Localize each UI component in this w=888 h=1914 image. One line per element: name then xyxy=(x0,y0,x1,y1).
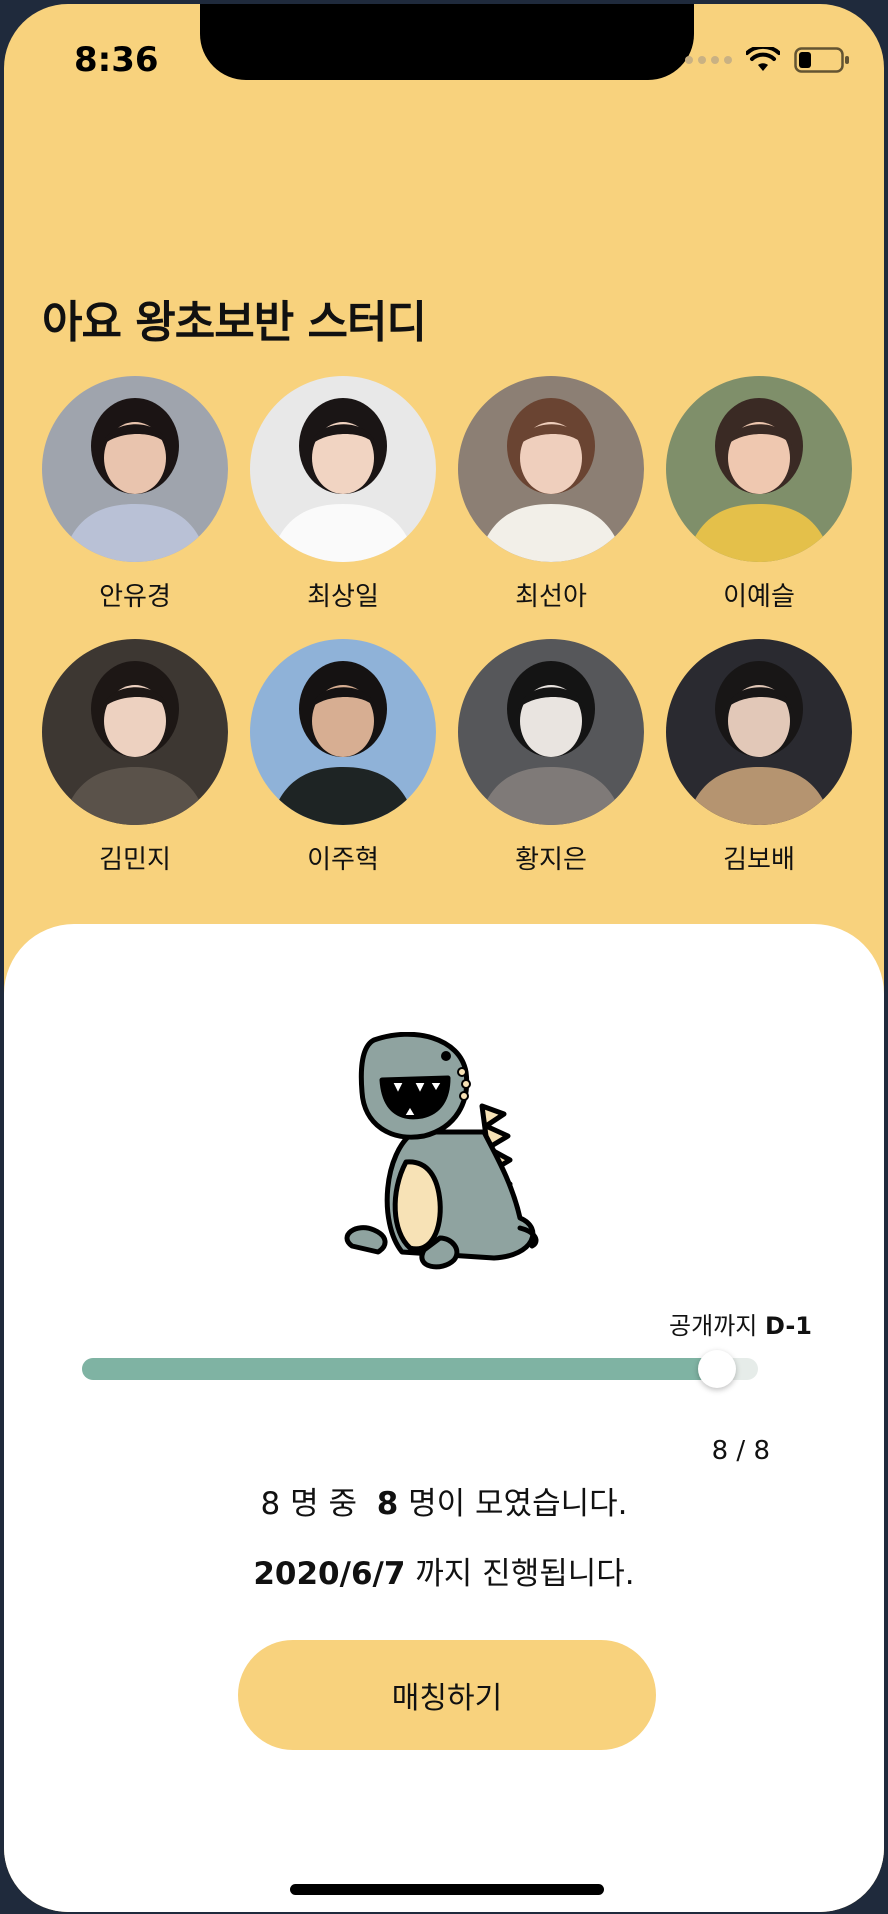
phone-screen: 8:36 아요 왕초보반 스터디 안유경 최상일 최선아 이예슬김민지 이주혁 황지은 김보… xyxy=(4,4,884,1912)
member-avatar[interactable] xyxy=(458,376,644,562)
member-name: 이주혁 xyxy=(307,845,379,875)
member-item[interactable]: 김보배 xyxy=(666,639,852,876)
member-avatar[interactable] xyxy=(458,639,644,825)
member-name: 최선아 xyxy=(515,582,587,612)
end-date: 2020/6/7 xyxy=(253,1556,406,1592)
member-name: 최상일 xyxy=(307,582,379,612)
countdown-text: 공개까지 xyxy=(669,1312,758,1340)
cellular-signal-icon xyxy=(685,56,732,64)
status-time: 8:36 xyxy=(74,40,159,80)
member-name: 안유경 xyxy=(99,582,171,612)
total-count: 8 xyxy=(260,1486,281,1522)
member-item[interactable]: 안유경 xyxy=(42,376,228,613)
status-bar: 8:36 xyxy=(4,4,884,114)
member-item[interactable]: 이예슬 xyxy=(666,376,852,613)
gathered-summary: 8 명 중 8 명이 모였습니다. xyxy=(4,1478,884,1523)
member-avatar[interactable] xyxy=(666,639,852,825)
device-notch xyxy=(200,4,694,80)
total-suffix: 명 중 xyxy=(290,1486,357,1522)
study-title: 아요 왕초보반 스터디 xyxy=(42,297,427,348)
progress-bar[interactable] xyxy=(82,1350,758,1388)
member-grid: 안유경 최상일 최선아 이예슬김민지 이주혁 황지은 김보배 xyxy=(42,376,854,876)
member-name: 김보배 xyxy=(723,845,795,875)
match-button[interactable]: 매칭하기 xyxy=(238,1640,656,1750)
member-avatar[interactable] xyxy=(42,639,228,825)
joined-suffix: 명이 모였습니다. xyxy=(408,1486,628,1522)
member-avatar[interactable] xyxy=(250,639,436,825)
member-item[interactable]: 이주혁 xyxy=(250,639,436,876)
member-count: 8 / 8 xyxy=(711,1436,770,1466)
member-name: 이예슬 xyxy=(723,582,795,612)
battery-icon xyxy=(794,47,849,73)
countdown-label: 공개까지 D-1 xyxy=(669,1306,812,1341)
member-name: 김민지 xyxy=(99,845,171,875)
member-item[interactable]: 최상일 xyxy=(250,376,436,613)
status-icons xyxy=(685,46,850,74)
member-item[interactable]: 황지은 xyxy=(458,639,644,876)
countdown-value: D-1 xyxy=(764,1312,812,1340)
wifi-icon xyxy=(746,47,780,71)
end-date-summary: 2020/6/7 까지 진행됩니다. xyxy=(4,1548,884,1593)
member-name: 황지은 xyxy=(515,845,587,875)
member-avatar[interactable] xyxy=(666,376,852,562)
home-indicator[interactable] xyxy=(290,1884,604,1895)
member-avatar[interactable] xyxy=(250,376,436,562)
member-item[interactable]: 김민지 xyxy=(42,639,228,876)
member-item[interactable]: 최선아 xyxy=(458,376,644,613)
end-suffix: 까지 진행됩니다. xyxy=(415,1556,635,1592)
dinosaur-illustration xyxy=(344,1032,539,1270)
joined-count: 8 xyxy=(376,1486,399,1522)
member-avatar[interactable] xyxy=(42,376,228,562)
progress-fill xyxy=(82,1358,718,1380)
